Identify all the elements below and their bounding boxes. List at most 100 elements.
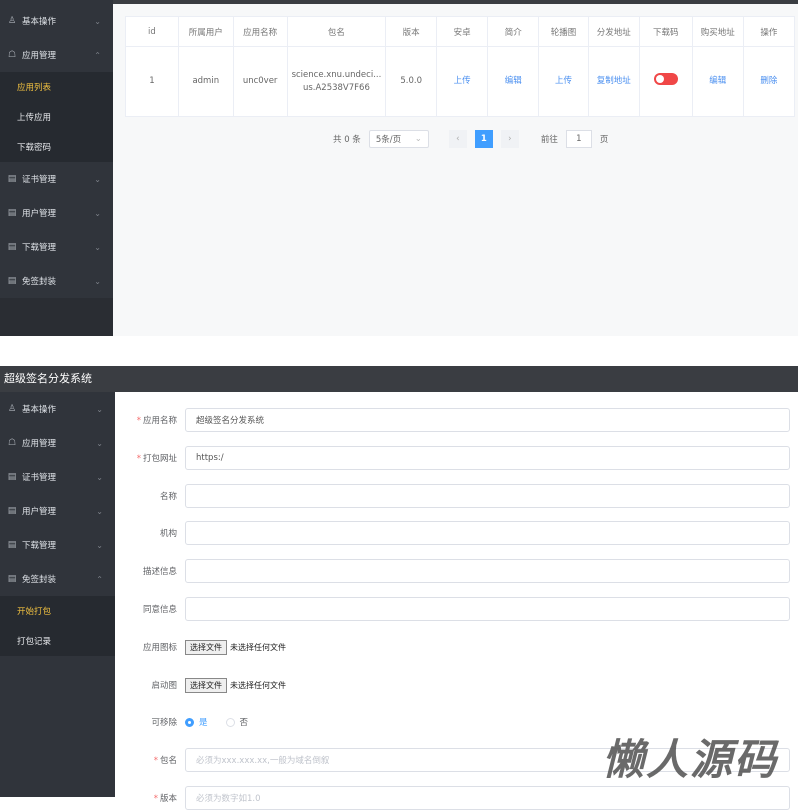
- nav-label: 下载管理: [22, 541, 57, 551]
- name-input[interactable]: [185, 484, 790, 508]
- nav-label: 应用管理: [22, 439, 57, 449]
- nav-cert[interactable]: ▤ 证书管理 ⌄: [0, 460, 115, 494]
- doc-icon: ▤: [7, 242, 17, 252]
- nav-label: 免签封装: [22, 575, 57, 585]
- sidebar: ♙ 基本操作 ⌄ ☖ 应用管理 ⌃ 应用列表 上传应用 下载密码 ▤ 证书管理 ⌄ ▤ 用户管…: [0, 0, 113, 336]
- cell-version: 5.0.0: [385, 46, 438, 117]
- version-input[interactable]: 必须为数字如1.0: [185, 786, 790, 810]
- nav-app-manage[interactable]: ☖ 应用管理 ⌄: [0, 426, 115, 460]
- removable-yes-radio[interactable]: 是: [185, 716, 208, 728]
- splash-file-button[interactable]: 选择文件: [185, 677, 227, 693]
- nav-download[interactable]: ▤ 下载管理 ⌄: [0, 528, 115, 562]
- sidebar: ♙ 基本操作 ⌄ ☖ 应用管理 ⌄ ▤ 证书管理 ⌄ ▤ 用户管理 ⌄ ▤ 下载管理 ⌄ ▤ 免签封装…: [0, 392, 115, 797]
- goto-page-input[interactable]: 1: [565, 130, 592, 148]
- field-label: 描述信息: [142, 567, 177, 577]
- user-icon: ♙: [7, 16, 17, 26]
- column-header: 下载码: [638, 16, 693, 47]
- nav-download-password[interactable]: 下载密码: [0, 132, 113, 162]
- doc-icon: ▤: [7, 472, 17, 482]
- chevron-down-icon: ⌄: [96, 540, 103, 550]
- nav-label: 证书管理: [22, 473, 57, 483]
- column-header: 轮播图: [538, 16, 589, 47]
- column-header: 应用名称: [232, 16, 288, 47]
- nav-label: 证书管理: [22, 175, 57, 185]
- org-input[interactable]: [185, 521, 790, 545]
- nav-basic[interactable]: ♙ 基本操作 ⌄: [0, 392, 115, 426]
- nav-upload-app[interactable]: 上传应用: [0, 102, 113, 132]
- icon-file-status: 未选择任何文件: [230, 642, 286, 652]
- android-upload-link[interactable]: 上传: [454, 76, 471, 86]
- table-header-row: id 所属用户 应用名称 包名 版本 安卓 简介 轮播图 分发地址 下载码 购买地址 操作: [125, 16, 796, 47]
- nav-basic[interactable]: ♙ 基本操作 ⌄: [0, 4, 113, 38]
- chevron-down-icon: ⌄: [94, 16, 101, 26]
- nav-user[interactable]: ▤ 用户管理 ⌄: [0, 196, 113, 230]
- carousel-upload-link[interactable]: 上传: [555, 76, 572, 86]
- nav-cert[interactable]: ▤ 证书管理 ⌄: [0, 162, 113, 196]
- chevron-up-icon: ⌃: [96, 574, 103, 584]
- field-label: * 包名: [153, 756, 177, 766]
- column-header: 分发地址: [587, 16, 640, 47]
- field-label: * 应用名称: [136, 416, 177, 426]
- package-form-screen: 超级签名分发系统 ♙ 基本操作 ⌄ ☖ 应用管理 ⌄ ▤ 证书管理 ⌄ ▤ 用户管理 ⌄ ▤ 下载…: [0, 366, 798, 810]
- radio-checked-icon: [185, 717, 194, 727]
- goto-label: 前往: [540, 135, 558, 145]
- chevron-down-icon: ⌄: [94, 208, 101, 218]
- doc-icon: ▤: [7, 574, 17, 584]
- column-header: 所属用户: [177, 16, 234, 47]
- app-table-wrap: id 所属用户 应用名称 包名 版本 安卓 简介 轮播图 分发地址 下载码 购买地址 操作 1 adm…: [125, 16, 796, 117]
- column-header: id: [125, 16, 179, 47]
- description-input[interactable]: [185, 559, 790, 583]
- user-icon: ♙: [7, 404, 17, 414]
- prev-page-button[interactable]: ‹: [448, 130, 467, 148]
- nav-app-list[interactable]: 应用列表: [0, 72, 113, 102]
- column-header: 操作: [742, 16, 796, 47]
- buy-edit-link[interactable]: 编辑: [709, 76, 726, 86]
- field-label: 应用图标: [142, 643, 177, 653]
- radio-unchecked-icon: [225, 717, 235, 727]
- page-1-button[interactable]: 1: [474, 130, 493, 148]
- page-size-select[interactable]: 5条/页 ⌄: [368, 130, 429, 148]
- download-code-toggle[interactable]: [653, 73, 678, 85]
- chevron-up-icon: ⌃: [94, 50, 101, 60]
- icon-file-button[interactable]: 选择文件: [185, 639, 227, 655]
- consent-input[interactable]: [185, 597, 790, 621]
- app-name-input[interactable]: 超级签名分发系统: [185, 408, 790, 432]
- nav-download[interactable]: ▤ 下载管理 ⌄: [0, 230, 113, 264]
- nav-label: 免签封装: [22, 277, 57, 287]
- nav-start-package[interactable]: 开始打包: [0, 596, 115, 626]
- bag-icon: ☖: [7, 438, 17, 448]
- total-count: 共 0 条: [333, 135, 361, 145]
- nav-app-manage[interactable]: ☖ 应用管理 ⌃: [0, 38, 113, 72]
- table-row: 1 admin unc0ver science.xnu.undeci... us…: [125, 46, 796, 117]
- cell-id: 1: [125, 46, 179, 117]
- delete-link[interactable]: 删除: [760, 76, 777, 86]
- chevron-down-icon: ⌄: [94, 276, 101, 286]
- column-header: 版本: [385, 16, 438, 47]
- field-label: 同意信息: [142, 605, 177, 615]
- nav-user[interactable]: ▤ 用户管理 ⌄: [0, 494, 115, 528]
- field-label: 可移除: [151, 718, 177, 728]
- intro-edit-link[interactable]: 编辑: [505, 76, 522, 86]
- pack-url-input[interactable]: https:/: [185, 446, 790, 470]
- nav-package[interactable]: ▤ 免签封装 ⌄: [0, 264, 113, 298]
- sidebar-footer: [0, 298, 113, 336]
- doc-icon: ▤: [7, 174, 17, 184]
- removable-no-radio[interactable]: 否: [225, 716, 248, 728]
- nav-label: 用户管理: [22, 507, 57, 517]
- column-header: 安卓: [436, 16, 489, 47]
- copy-address-link[interactable]: 复制地址: [597, 76, 631, 86]
- watermark: 懒人源码: [601, 735, 778, 784]
- field-label: 名称: [159, 492, 177, 502]
- next-page-button[interactable]: ›: [500, 130, 519, 148]
- field-label: 机构: [159, 529, 177, 539]
- nav-package[interactable]: ▤ 免签封装 ⌃: [0, 562, 115, 596]
- chevron-down-icon: ⌄: [94, 174, 101, 184]
- nav-package-records[interactable]: 打包记录: [0, 626, 115, 656]
- nav-label: 下载管理: [22, 243, 57, 253]
- cell-user: admin: [177, 46, 234, 117]
- field-label: * 版本: [153, 794, 177, 804]
- doc-icon: ▤: [7, 540, 17, 550]
- field-label: * 打包网址: [136, 454, 177, 464]
- pagination: 共 0 条 5条/页 ⌄ ‹ 1 › 前往 1 页: [333, 130, 608, 148]
- nav-label: 用户管理: [22, 209, 57, 219]
